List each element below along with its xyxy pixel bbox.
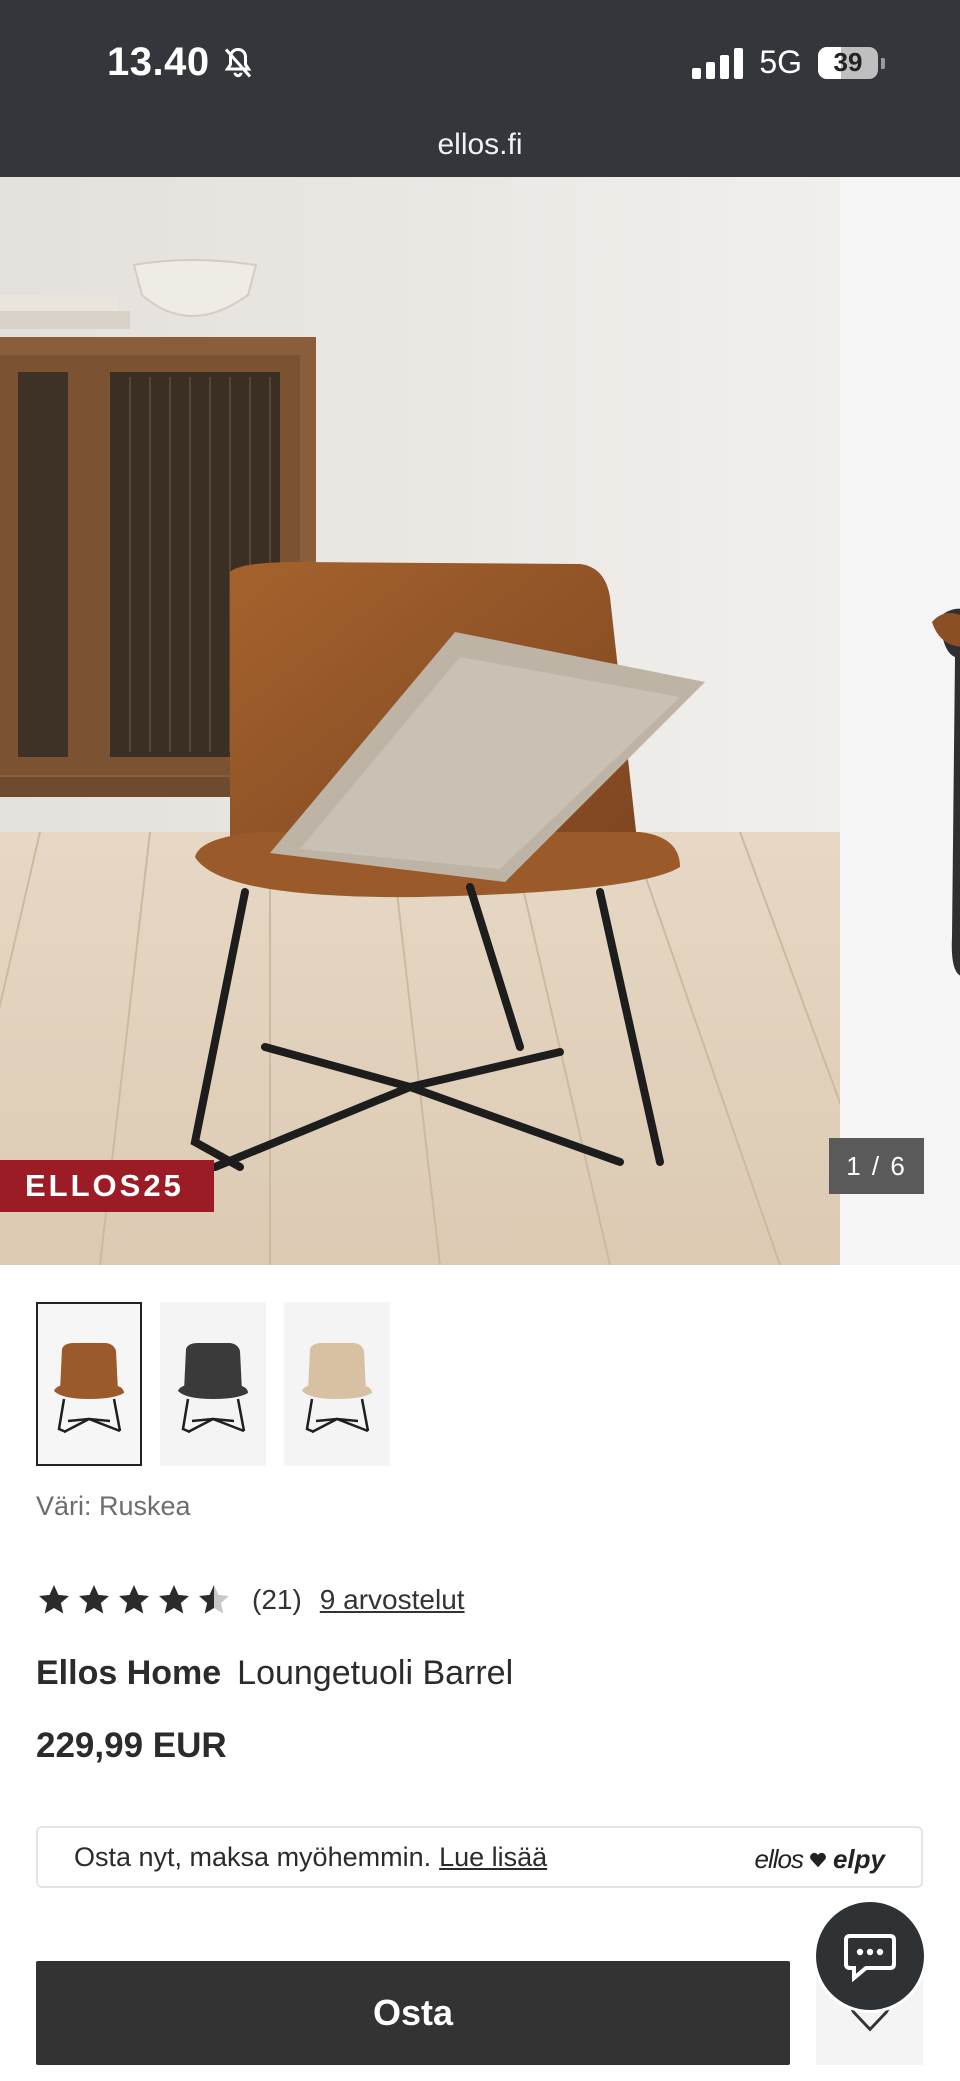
ellos-elpy-logo: ellos elpy (754, 1844, 885, 1875)
product-rating: (21) 9 arvostelut (36, 1582, 465, 1618)
logo-elpy: elpy (832, 1844, 885, 1874)
battery-icon: 39 (818, 46, 885, 79)
star-icon (159, 1585, 189, 1614)
chair-thumbnail-icon (178, 1343, 248, 1434)
image-counter: 1 / 6 (829, 1138, 924, 1194)
promo-badge: ELLOS25 (0, 1160, 214, 1212)
chair-thumbnail-icon (54, 1343, 124, 1434)
star-icon (79, 1585, 109, 1614)
color-thumbnails (36, 1302, 390, 1466)
silent-bell-icon (224, 47, 251, 77)
pay-later-banner: Osta nyt, maksa myöhemmin. Lue lisää ell… (36, 1826, 923, 1888)
thumbnail-brown[interactable] (36, 1302, 142, 1466)
pay-later-text: Osta nyt, maksa myöhemmin. (74, 1841, 432, 1872)
thumbnail-beige[interactable] (284, 1302, 390, 1466)
logo-ellos: ellos (754, 1844, 803, 1874)
time-text: 13.40 (107, 40, 210, 84)
chat-button[interactable] (816, 1902, 924, 2010)
product-name: Loungetuoli Barrel (237, 1654, 514, 1692)
product-price: 229,99 EUR (36, 1726, 227, 1765)
url-bar[interactable]: ellos.fi (0, 128, 960, 162)
star-icon (199, 1585, 229, 1614)
product-photo[interactable] (0, 177, 840, 1265)
star-icon (39, 1585, 69, 1614)
product-title: Ellos Home Loungetuoli Barrel (36, 1654, 513, 1693)
status-indicators: 5G 39 (692, 44, 885, 81)
reviews-link[interactable]: 9 arvostelut (320, 1584, 465, 1616)
product-image-gallery[interactable]: ELLOS25 1 / 6 (0, 177, 960, 1265)
chat-bubble-icon (844, 1934, 896, 1982)
next-photo-chair-edge (932, 608, 960, 976)
thumbnail-black[interactable] (160, 1302, 266, 1466)
battery-level: 39 (833, 47, 863, 77)
rating-stars (36, 1582, 232, 1618)
next-product-photo-peek[interactable] (840, 177, 960, 1265)
product-brand[interactable]: Ellos Home (36, 1654, 221, 1692)
buy-button[interactable]: Osta (36, 1961, 790, 2065)
signal-icon (692, 47, 744, 79)
network-type: 5G (759, 44, 802, 80)
heart-icon (810, 1852, 826, 1867)
chair-thumbnail-icon (302, 1343, 372, 1434)
status-time: 13.40 (107, 40, 256, 85)
rating-count: (21) (252, 1584, 302, 1615)
read-more-link[interactable]: Lue lisää (439, 1842, 547, 1873)
selected-color-label: Väri: Ruskea (36, 1491, 191, 1521)
star-icon (119, 1585, 149, 1614)
browser-top-bar: 13.40 5G 39 ellos.fi (0, 0, 960, 177)
